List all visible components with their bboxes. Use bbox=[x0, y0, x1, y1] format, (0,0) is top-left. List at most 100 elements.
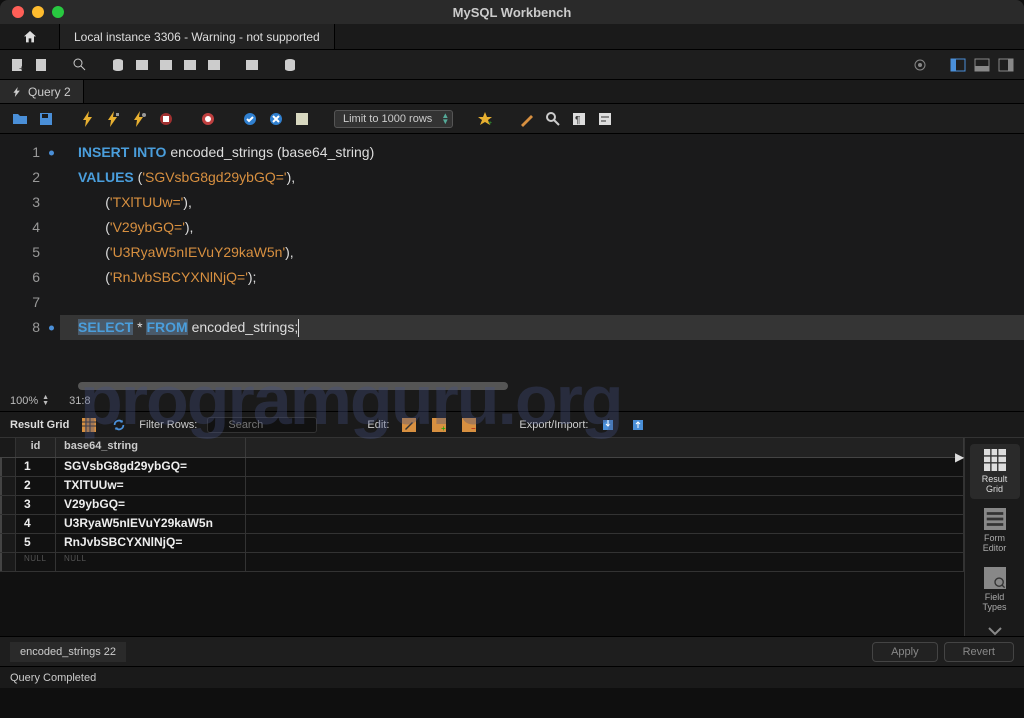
cell-val[interactable]: U3RyaW5nIEVuY29kaW5n bbox=[56, 515, 246, 533]
table-row[interactable]: 4U3RyaW5nIEVuY29kaW5n bbox=[0, 515, 964, 534]
export-icon[interactable] bbox=[598, 415, 618, 435]
db-icon-7[interactable] bbox=[280, 55, 300, 75]
column-header-id[interactable]: id bbox=[16, 438, 56, 457]
code-area[interactable]: INSERT INTO encoded_strings (base64_stri… bbox=[78, 140, 1014, 340]
inspector-button[interactable] bbox=[70, 55, 90, 75]
db-icon-2[interactable] bbox=[132, 55, 152, 75]
cell-id[interactable]: 1 bbox=[16, 458, 56, 476]
table-row[interactable]: 5RnJvbSBCYXNlNjQ= bbox=[0, 534, 964, 553]
save-file-icon[interactable] bbox=[36, 109, 56, 129]
result-grid-tab[interactable]: Result Grid bbox=[970, 444, 1020, 499]
cell-id[interactable]: 2 bbox=[16, 477, 56, 495]
connection-tab[interactable]: Local instance 3306 - Warning - not supp… bbox=[60, 24, 335, 49]
sql-editor[interactable]: 1 2 3 4 5 6 7 8 INSERT INTO encoded_stri… bbox=[0, 134, 1024, 390]
form-editor-tab[interactable]: Form Editor bbox=[970, 503, 1020, 558]
result-grid-label: Result Grid bbox=[10, 419, 69, 431]
statement-marker-icon bbox=[49, 150, 54, 155]
new-sql-tab-button[interactable]: + bbox=[8, 55, 28, 75]
field-types-tab[interactable]: Field Types bbox=[970, 563, 1020, 618]
execute-icon[interactable] bbox=[78, 109, 98, 129]
cell-empty bbox=[246, 553, 964, 571]
cell-empty bbox=[246, 477, 964, 495]
favorite-icon[interactable]: + bbox=[475, 109, 495, 129]
cursor-position: 31:8 bbox=[69, 395, 90, 407]
db-icon-3[interactable] bbox=[156, 55, 176, 75]
autocommit-icon[interactable] bbox=[292, 109, 312, 129]
settings-icon[interactable] bbox=[910, 55, 930, 75]
db-icon-5[interactable] bbox=[204, 55, 224, 75]
execute-current-icon[interactable] bbox=[104, 109, 124, 129]
edit-row-icon[interactable] bbox=[399, 415, 419, 435]
editor-horizontal-scrollbar[interactable] bbox=[78, 382, 508, 390]
column-header-base64[interactable]: base64_string bbox=[56, 438, 246, 457]
lightning-icon bbox=[12, 87, 22, 97]
result-tab[interactable]: encoded_strings 22 bbox=[10, 642, 126, 662]
chevron-updown-icon: ▲▼ bbox=[42, 395, 49, 407]
panel-bottom-icon[interactable] bbox=[972, 55, 992, 75]
form-editor-tab-label: Form Editor bbox=[983, 534, 1007, 554]
zoom-value: 100% bbox=[10, 395, 38, 407]
zoom-control[interactable]: 100% ▲▼ bbox=[10, 395, 49, 407]
field-types-tab-label: Field Types bbox=[982, 593, 1006, 613]
query-tab[interactable]: Query 2 bbox=[0, 80, 84, 103]
db-icon-1[interactable] bbox=[108, 55, 128, 75]
wrap-icon[interactable] bbox=[595, 109, 615, 129]
window-title: MySQL Workbench bbox=[453, 5, 572, 20]
home-tab[interactable] bbox=[0, 24, 60, 49]
apply-button[interactable]: Apply bbox=[872, 642, 938, 662]
table-row-null[interactable]: NULLNULL bbox=[0, 553, 964, 572]
table-row[interactable]: 3V29ybGQ= bbox=[0, 496, 964, 515]
table-row[interactable]: 1SGVsbG8gd29ybGQ= bbox=[0, 458, 964, 477]
cell-val[interactable]: V29ybGQ= bbox=[56, 496, 246, 514]
filter-search-input[interactable] bbox=[207, 417, 317, 433]
invisible-chars-icon[interactable]: ¶ bbox=[569, 109, 589, 129]
cell-id[interactable]: 4 bbox=[16, 515, 56, 533]
limit-rows-select[interactable]: Limit to 1000 rows ▲▼ bbox=[334, 110, 453, 128]
statement-marker-icon bbox=[49, 325, 54, 330]
cell-null[interactable]: NULL bbox=[56, 553, 246, 571]
add-row-icon[interactable]: + bbox=[429, 415, 449, 435]
cell-id[interactable]: 3 bbox=[16, 496, 56, 514]
refresh-icon[interactable] bbox=[109, 415, 129, 435]
home-icon bbox=[22, 29, 38, 45]
table-row[interactable]: 2TXlTUUw= bbox=[0, 477, 964, 496]
chevron-down-icon[interactable] bbox=[987, 626, 1003, 636]
explain-icon[interactable] bbox=[130, 109, 150, 129]
bottom-tabs: encoded_strings 22 Apply Revert bbox=[0, 636, 1024, 666]
rollback-icon[interactable] bbox=[266, 109, 286, 129]
beautify-icon[interactable] bbox=[517, 109, 537, 129]
revert-button[interactable]: Revert bbox=[944, 642, 1014, 662]
cell-val[interactable]: RnJvbSBCYXNlNjQ= bbox=[56, 534, 246, 552]
maximize-window-button[interactable] bbox=[52, 6, 64, 18]
stop-icon[interactable] bbox=[156, 109, 176, 129]
panel-left-icon[interactable] bbox=[948, 55, 968, 75]
delete-row-icon[interactable]: − bbox=[459, 415, 479, 435]
minimize-window-button[interactable] bbox=[32, 6, 44, 18]
open-file-icon[interactable] bbox=[10, 109, 30, 129]
svg-text:¶: ¶ bbox=[575, 115, 580, 126]
titlebar: MySQL Workbench bbox=[0, 0, 1024, 24]
close-window-button[interactable] bbox=[12, 6, 24, 18]
svg-text:+: + bbox=[19, 64, 24, 73]
chevron-updown-icon: ▲▼ bbox=[441, 113, 449, 125]
result-side-tabs: ▶ Result Grid Form Editor Field Types bbox=[964, 438, 1024, 636]
filter-rows-label: Filter Rows: bbox=[139, 419, 197, 431]
form-icon bbox=[984, 508, 1006, 530]
db-icon-6[interactable] bbox=[242, 55, 262, 75]
import-icon[interactable] bbox=[628, 415, 648, 435]
caret-right-icon[interactable]: ▶ bbox=[955, 450, 964, 464]
find-icon[interactable] bbox=[543, 109, 563, 129]
commit-icon[interactable] bbox=[240, 109, 260, 129]
status-bar: Query Completed bbox=[0, 666, 1024, 688]
open-sql-file-button[interactable] bbox=[32, 55, 52, 75]
result-grid[interactable]: id base64_string 1SGVsbG8gd29ybGQ=2TXlTU… bbox=[0, 438, 964, 636]
db-icon-4[interactable] bbox=[180, 55, 200, 75]
stop-on-error-icon[interactable] bbox=[198, 109, 218, 129]
cell-val[interactable]: TXlTUUw= bbox=[56, 477, 246, 495]
cell-null[interactable]: NULL bbox=[16, 553, 56, 571]
panel-right-icon[interactable] bbox=[996, 55, 1016, 75]
cell-id[interactable]: 5 bbox=[16, 534, 56, 552]
cell-val[interactable]: SGVsbG8gd29ybGQ= bbox=[56, 458, 246, 476]
main-toolbar: + bbox=[0, 50, 1024, 80]
grid-view-icon[interactable] bbox=[79, 415, 99, 435]
